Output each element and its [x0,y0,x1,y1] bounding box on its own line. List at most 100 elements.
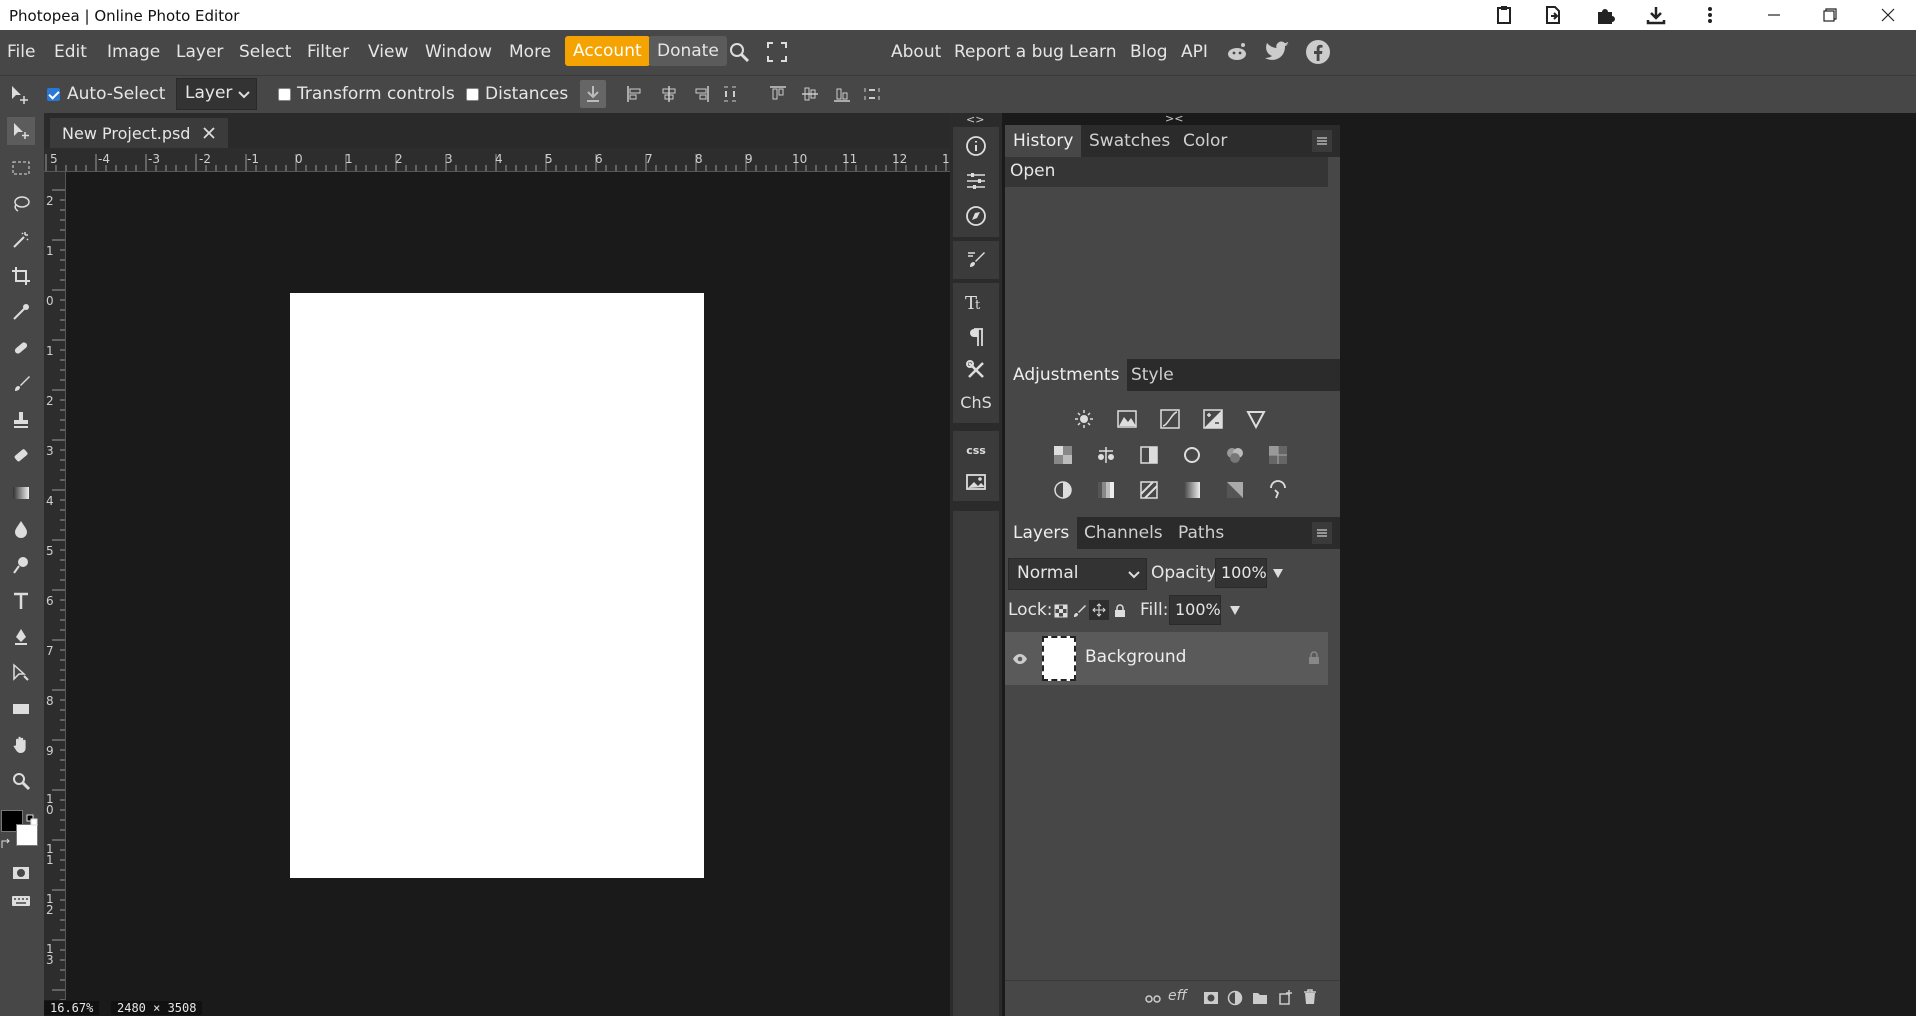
channel-mixer-icon[interactable] [1223,443,1247,467]
lasso-tool[interactable] [7,190,35,218]
eye-icon[interactable] [1012,650,1028,669]
auto-select-checkbox[interactable] [47,88,60,101]
menu-view[interactable]: View [368,42,408,62]
lock-position-icon[interactable] [1089,600,1109,620]
magic-wand-tool[interactable] [7,226,35,254]
selective-color-icon[interactable] [1223,478,1247,502]
layers-panel-menu-icon[interactable] [1312,522,1332,544]
account-button[interactable]: Account [565,36,650,66]
transform-controls-checkbox[interactable] [278,88,291,101]
download-icon[interactable] [1645,4,1667,26]
fill-input[interactable]: 100% [1169,595,1221,625]
swap-colors-icon[interactable] [0,835,12,854]
tab-channels[interactable]: Channels [1076,517,1171,549]
blend-mode-dropdown[interactable]: Normal [1008,558,1147,590]
fullscreen-icon[interactable] [766,41,788,67]
close-tab-icon[interactable] [202,126,216,140]
color-balance-icon[interactable] [1094,443,1118,467]
link-layers-icon[interactable] [1145,991,1161,1010]
layer-lock-icon[interactable] [1308,650,1320,669]
search-icon[interactable] [728,41,750,67]
tab-swatches[interactable]: Swatches [1081,125,1178,157]
keyboard-button[interactable] [7,887,35,915]
curves-icon[interactable] [1158,407,1182,431]
hue-saturation-icon[interactable] [1051,443,1075,467]
align-left-icon[interactable] [625,84,645,108]
properties-icon[interactable] [961,166,991,196]
document-canvas[interactable] [290,293,704,878]
crop-tool[interactable] [7,262,35,290]
gradient-map-icon[interactable] [1180,478,1204,502]
threshold-icon[interactable] [1137,478,1161,502]
link-about[interactable]: About [891,42,941,62]
layer-name[interactable]: Background [1085,647,1186,667]
auto-select-target-dropdown[interactable]: Layer [176,78,257,110]
paragraph-icon[interactable] [961,322,991,352]
minimize-button[interactable] [1746,0,1802,30]
invert-icon[interactable] [1051,478,1075,502]
facebook-icon[interactable] [1305,39,1331,69]
fill-dropdown-icon[interactable] [1229,601,1241,620]
eraser-tool[interactable] [7,442,35,470]
dodge-tool[interactable] [7,551,35,579]
trash-icon[interactable] [1302,989,1318,1009]
donate-button[interactable]: Donate [649,36,727,66]
panel-menu-icon[interactable] [1312,130,1332,152]
tab-history[interactable]: History [1005,125,1082,157]
link-learn[interactable]: Learn [1069,42,1117,62]
character-styles-button[interactable]: ChS [960,387,991,417]
menu-more[interactable]: More [509,42,551,62]
photo-filter-icon[interactable] [1180,443,1204,467]
apply-download-button[interactable] [580,80,606,108]
collapse-panels-icon[interactable]: >< [1165,112,1183,125]
brush-settings-icon[interactable] [961,245,991,275]
menu-filter[interactable]: Filter [307,42,349,62]
more-vertical-icon[interactable] [1699,4,1721,26]
exposure-icon[interactable] [1201,407,1225,431]
opacity-dropdown-icon[interactable] [1272,564,1284,583]
align-middle-v-icon[interactable] [800,84,820,108]
replace-color-icon[interactable] [1266,478,1290,502]
tab-layers[interactable]: Layers [1005,517,1078,549]
menu-select[interactable]: Select [239,42,291,62]
history-item[interactable]: Open [1005,157,1328,187]
tab-paths[interactable]: Paths [1170,517,1232,549]
pen-tool[interactable] [7,623,35,651]
move-tool[interactable] [7,117,35,145]
marquee-tool[interactable] [7,154,35,182]
layer-effects-button[interactable]: eff [1168,988,1187,1004]
posterize-icon[interactable] [1094,478,1118,502]
tab-adjustments[interactable]: Adjustments [1005,359,1128,391]
link-blog[interactable]: Blog [1130,42,1168,62]
menu-layer[interactable]: Layer [176,42,223,62]
brush-tool[interactable] [7,370,35,398]
lock-pixels-icon[interactable] [1072,603,1086,622]
adjustment-layer-icon[interactable] [1227,990,1243,1010]
healing-brush-tool[interactable] [7,334,35,362]
tab-style[interactable]: Style [1123,359,1182,391]
tab-color[interactable]: Color [1175,125,1235,157]
character-icon[interactable]: Tt [961,287,991,317]
info-icon[interactable] [961,131,991,161]
close-button[interactable] [1860,0,1916,30]
vibrance-icon[interactable] [1244,407,1268,431]
align-right-icon[interactable] [691,84,711,108]
lock-transparency-icon[interactable] [1054,603,1068,622]
clipboard-icon[interactable] [1493,4,1515,26]
blur-tool[interactable] [7,515,35,543]
add-mask-icon[interactable] [1203,990,1219,1009]
align-center-h-icon[interactable] [659,84,679,108]
menu-image[interactable]: Image [107,42,160,62]
expand-panels-icon[interactable]: <> [966,113,984,126]
reddit-icon[interactable] [1225,40,1249,68]
levels-icon[interactable] [1115,407,1139,431]
eyedropper-tool[interactable] [7,298,35,326]
clone-stamp-tool[interactable] [7,406,35,434]
path-select-tool[interactable] [7,659,35,687]
navigator-icon[interactable] [961,201,991,231]
menu-file[interactable]: File [7,42,35,62]
link-report-bug[interactable]: Report a bug [954,42,1064,62]
gradient-tool[interactable] [7,479,35,507]
quick-mask-button[interactable] [7,859,35,887]
restore-button[interactable] [1802,0,1858,30]
